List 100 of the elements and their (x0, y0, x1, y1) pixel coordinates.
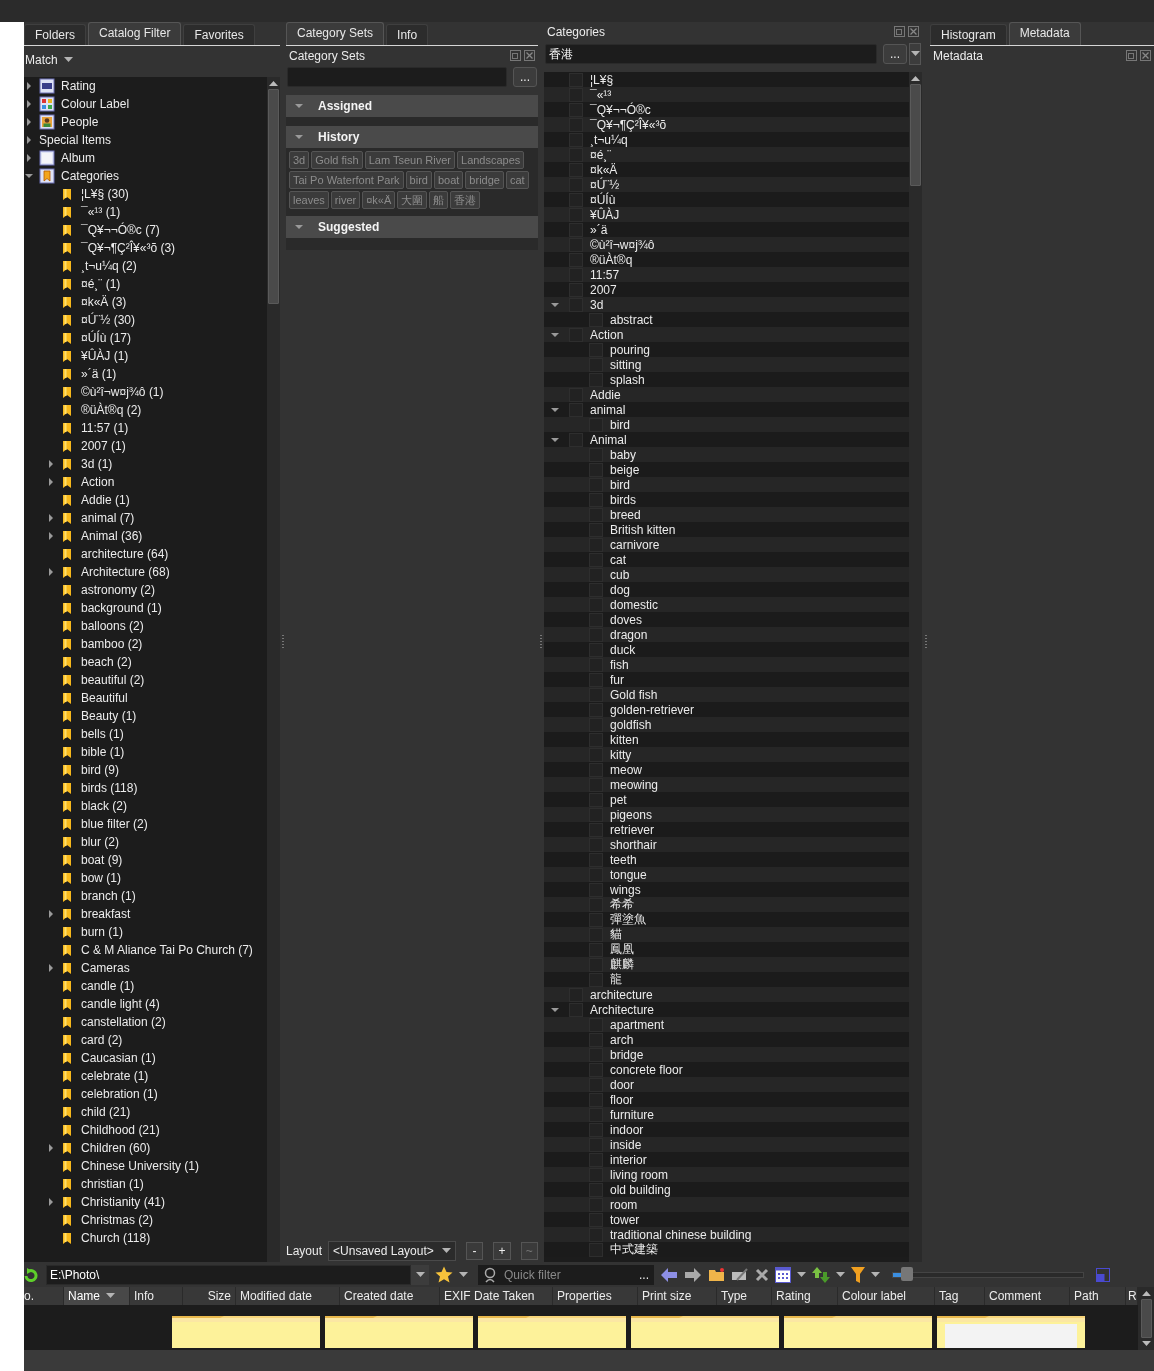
tree-item[interactable]: Chinese University (1) (81, 1159, 200, 1173)
category-item[interactable]: 貓 (610, 926, 622, 943)
tree-item[interactable]: ¤ÚÍù (17) (81, 331, 132, 345)
tree-item[interactable]: Children (60) (81, 1141, 151, 1155)
expand-arrow-icon[interactable] (24, 81, 34, 91)
tree-item[interactable]: birds (118) (81, 781, 138, 795)
category-item[interactable]: wings (610, 882, 641, 897)
category-item[interactable]: goldfish (610, 717, 652, 732)
tree-item[interactable]: ¤k«Ä (3) (81, 295, 127, 309)
tree-item[interactable]: breakfast (81, 907, 131, 921)
tree-item[interactable]: Action (81, 475, 115, 489)
collapse-arrow-icon[interactable] (24, 171, 34, 181)
tree-item[interactable]: bible (1) (81, 745, 125, 759)
back-arrow-icon[interactable] (660, 1266, 678, 1283)
tab[interactable]: Metadata (1008, 22, 1081, 45)
more-button[interactable]: ... (513, 67, 537, 87)
category-item[interactable]: Animal (590, 432, 627, 447)
scroll-thumb[interactable] (910, 84, 921, 186)
filter-funnel-icon[interactable] (851, 1265, 865, 1284)
expand-arrow-icon[interactable] (46, 531, 56, 541)
category-item[interactable]: old building (610, 1182, 671, 1197)
folder-icon[interactable] (172, 1316, 320, 1348)
column-header[interactable]: Size (183, 1287, 236, 1305)
tree-item[interactable]: celebrate (1) (81, 1069, 149, 1083)
tree-item[interactable]: bow (1) (81, 871, 121, 885)
scroll-thumb[interactable] (1140, 1298, 1152, 1339)
tree-item[interactable]: Colour Label (61, 97, 130, 111)
column-header[interactable]: EXIF Date Taken (440, 1287, 553, 1305)
section-header[interactable]: Suggested (286, 216, 538, 238)
layout-dropdown[interactable]: <Unsaved Layout> (328, 1241, 456, 1261)
grid-view-icon[interactable] (775, 1266, 791, 1283)
tab[interactable]: Favorites (183, 24, 255, 45)
column-header[interactable]: Rating (772, 1287, 838, 1305)
folder-icon[interactable] (478, 1316, 626, 1348)
tree-item[interactable]: Christianity (41) (81, 1195, 166, 1209)
tree-item[interactable]: bells (1) (81, 727, 124, 741)
tree-item[interactable]: Caucasian (1) (81, 1051, 156, 1065)
category-item[interactable]: Action (590, 327, 624, 342)
column-header[interactable]: Created date (340, 1287, 440, 1305)
tree-item[interactable]: branch (1) (81, 889, 136, 903)
tree-item[interactable]: Addie (1) (81, 493, 130, 507)
tree-item[interactable]: ¯Q¥¬¶Ç²Î¥«³õ (3) (81, 241, 176, 255)
scroll-thumb[interactable] (268, 89, 279, 304)
category-item[interactable]: ¥ÛÀJ (590, 207, 620, 222)
caret-icon[interactable] (797, 1271, 806, 1278)
category-item[interactable]: British kitten (610, 522, 676, 537)
category-item[interactable]: concrete floor (610, 1062, 683, 1077)
tree-item[interactable]: ®üÀt®q (2) (81, 403, 142, 417)
tree-item[interactable]: People (61, 115, 99, 129)
category-item[interactable]: furniture (610, 1107, 655, 1122)
column-header[interactable]: Modified date (236, 1287, 340, 1305)
category-item[interactable]: living room (610, 1167, 669, 1182)
tree-item[interactable]: Cameras (81, 961, 130, 975)
column-header[interactable]: Properties (553, 1287, 638, 1305)
category-item[interactable]: ¤é¸¨ (590, 147, 612, 162)
category-item[interactable]: bird (610, 417, 630, 432)
column-header[interactable]: Name (64, 1287, 130, 1305)
folder-icon[interactable] (325, 1316, 473, 1348)
column-header[interactable]: Tag (935, 1287, 985, 1305)
close-icon[interactable] (908, 26, 919, 37)
rename-icon[interactable] (731, 1267, 749, 1282)
category-item[interactable]: beige (610, 462, 640, 477)
category-item[interactable]: cat (610, 552, 626, 567)
tree-item[interactable]: Beauty (1) (81, 709, 137, 723)
category-item[interactable]: carnivore (610, 537, 660, 552)
category-item[interactable]: abstract (610, 312, 653, 327)
tree-item[interactable]: black (2) (81, 799, 127, 813)
tree-item[interactable]: animal (7) (81, 511, 135, 525)
expand-arrow-icon[interactable] (46, 963, 56, 973)
tree-item[interactable]: C & M Aliance Tai Po Church (7) (81, 943, 253, 957)
caret-icon[interactable] (871, 1271, 880, 1278)
category-item[interactable]: »´ä (590, 222, 608, 237)
category-item[interactable]: Architecture (590, 1002, 655, 1017)
tree-item[interactable]: ¥ÛÀJ (1) (81, 349, 129, 363)
tree-item[interactable]: balloons (2) (81, 619, 144, 633)
category-item[interactable]: 11:57 (590, 267, 620, 282)
caret-icon[interactable] (441, 1248, 451, 1254)
collapse-arrow-icon[interactable] (294, 101, 304, 111)
scroll-down-icon[interactable] (1141, 1341, 1151, 1347)
match-label[interactable]: Match (25, 53, 58, 67)
category-item[interactable]: 鳳凰 (610, 941, 634, 958)
tree-item[interactable]: christian (1) (81, 1177, 144, 1191)
tree-item[interactable]: boat (9) (81, 853, 123, 867)
tab[interactable]: Catalog Filter (88, 22, 182, 45)
float-icon[interactable] (1126, 50, 1137, 61)
sort-caret-icon[interactable] (106, 1293, 115, 1299)
category-item[interactable]: ¤k«Ä (590, 162, 618, 177)
category-item[interactable]: floor (610, 1092, 634, 1107)
folder-icon[interactable] (937, 1316, 1085, 1348)
expand-arrow-icon[interactable] (24, 135, 34, 145)
more-button[interactable]: ... (883, 44, 907, 64)
float-icon[interactable] (894, 26, 905, 37)
category-item[interactable]: birds (610, 492, 636, 507)
tree-item[interactable]: candle light (4) (81, 997, 160, 1011)
category-item[interactable]: Gold fish (610, 687, 658, 702)
tree-item[interactable]: candle (1) (81, 979, 135, 993)
tree-item[interactable]: child (21) (81, 1105, 131, 1119)
tree-item[interactable]: bird (9) (81, 763, 119, 777)
category-item[interactable]: ®üÀt®q (590, 252, 633, 267)
tree-item[interactable]: Rating (61, 79, 96, 93)
